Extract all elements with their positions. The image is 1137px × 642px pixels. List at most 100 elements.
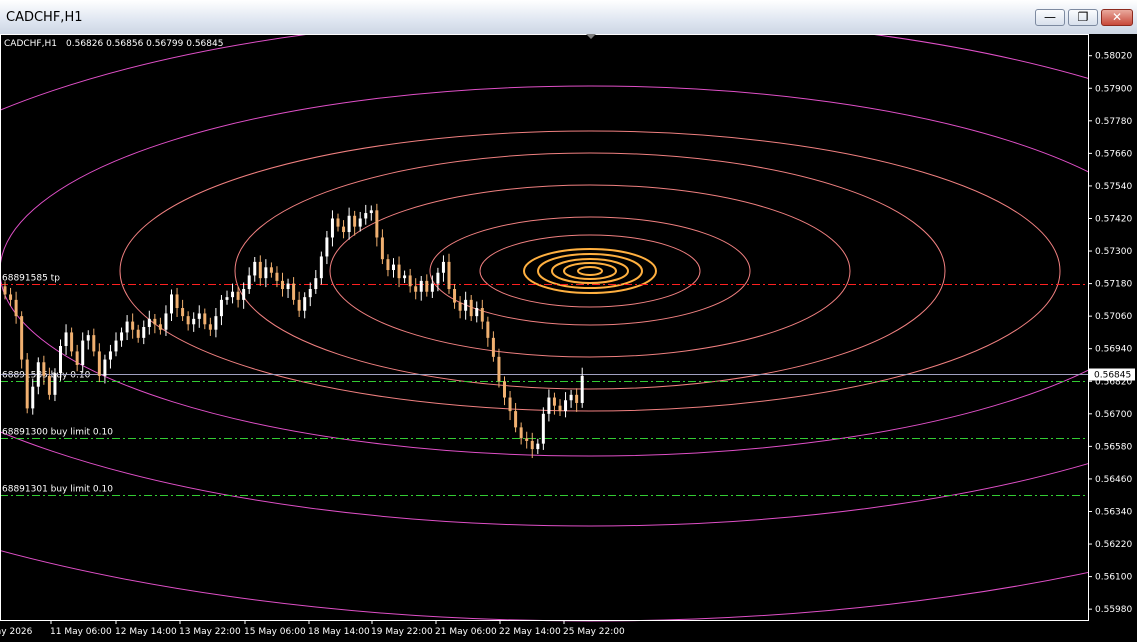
candle-body [552,397,556,406]
candle-body [36,362,40,387]
close-button[interactable]: ✕ [1101,9,1133,26]
chart-area[interactable]: CADCHF,H1 0.56826 0.56856 0.56799 0.5684… [0,34,1137,642]
candle-body [75,351,79,365]
order-levels: 68891585 tp 68891585 buy 0.10 68891300 buy… [0,274,1088,496]
restore-icon: ❐ [1077,10,1089,24]
time-tick-label: 18 May 14:00 [308,627,370,637]
candles [3,203,584,459]
candle-body [20,316,24,360]
chart-shift-marker [586,34,596,39]
candle-body [530,440,534,450]
candle-body [125,321,129,333]
price-chart[interactable]: CADCHF,H1 0.56826 0.56856 0.56799 0.5684… [0,34,1137,642]
candle-body [575,394,579,403]
ellipse-ring [563,262,617,280]
candle-body [425,280,429,292]
ellipse-ring [479,234,701,308]
price-tick-label: 0.57900 [1095,84,1132,94]
candle-body [503,381,506,398]
candle-body [519,427,523,439]
window-title: CADCHF,H1 [6,10,83,25]
candle-body [236,291,240,300]
candle-body [441,261,445,273]
candle-body [358,218,362,227]
ellipse-rings [0,34,1137,622]
price-tick-label: 0.56460 [1095,475,1132,485]
ellipse-ring [0,85,1137,457]
candle-body [380,237,384,260]
candle-body [97,351,101,376]
candle-body [114,340,118,352]
candle-body [219,299,223,317]
candle-body [580,375,584,403]
minimize-icon: — [1044,10,1056,24]
candle-body [486,321,490,338]
candle-body [86,335,90,341]
time-axis: May 2026 11 May 06:0012 May 14:0013 May 2… [0,620,625,637]
candle-body [430,283,434,292]
candle-body [297,299,301,311]
plot-frame [0,34,1089,621]
candle-body [458,302,462,311]
candle-body [514,411,518,428]
candle-body [419,280,423,292]
candle-body [214,316,218,330]
order-label: 68891585 buy 0.10 [2,371,91,381]
price-axis: 0.58020 0.57900 0.57780 0.57660 0.57540 0.574… [1088,34,1137,642]
price-tick-label: 0.57180 [1095,280,1132,290]
candle-body [369,210,373,214]
candle-body [225,297,229,300]
candle-body [547,397,551,414]
candle-body [231,291,235,298]
candle-body [158,324,162,330]
candle-body [186,316,190,325]
candle-body [247,275,251,290]
candle-body [475,308,479,317]
candle-body [92,335,96,352]
candle-body [197,313,201,319]
price-tick-label: 0.56220 [1095,540,1132,550]
price-tick-label: 0.57420 [1095,214,1132,224]
ellipse-ring [523,248,657,294]
price-tick-label: 0.56100 [1095,573,1132,583]
candle-body [336,218,340,227]
candle-body [303,297,307,311]
candle-body [541,413,545,444]
price-tick-label: 0.56940 [1095,345,1132,355]
candle-body [275,272,279,281]
candle-body [375,210,379,238]
candle-body [147,318,151,327]
candle-body [453,289,457,303]
candle-body [153,318,157,325]
candle-body [181,308,185,317]
close-icon: ✕ [1111,10,1123,24]
candle-body [386,259,390,271]
candle-body [292,283,296,300]
candle-body [81,340,85,365]
maximize-button[interactable]: ❐ [1068,9,1098,26]
candle-body [414,286,418,292]
time-tick-label: 11 May 06:00 [50,627,112,637]
time-tick-label: 19 May 22:00 [371,627,433,637]
candle-body [314,278,318,290]
chart-window: CADCHF,H1 — ❐ ✕ CADCHF,H1 0.56826 0.5685… [0,0,1137,642]
candle-body [286,283,290,290]
time-tick-label: 12 May 14:00 [115,627,177,637]
candle-body [70,332,74,352]
candle-body [403,275,407,279]
candle-body [325,237,329,257]
time-tick-label: 21 May 06:00 [435,627,497,637]
candle-body [392,264,395,271]
candle-body [397,264,401,279]
candle-body [491,337,495,357]
minimize-button[interactable]: — [1035,9,1065,26]
candle-body [170,294,173,314]
candle-body [536,443,540,450]
title-bar[interactable]: CADCHF,H1 — ❐ ✕ [0,0,1137,35]
candle-body [464,299,468,311]
time-tick-label: 22 May 14:00 [499,627,561,637]
chart-symbol-label: CADCHF,H1 [4,39,57,49]
candle-body [242,289,246,300]
chart-ohlc-label: 0.56826 0.56856 0.56799 0.56845 [66,39,223,49]
candle-body [42,362,46,376]
